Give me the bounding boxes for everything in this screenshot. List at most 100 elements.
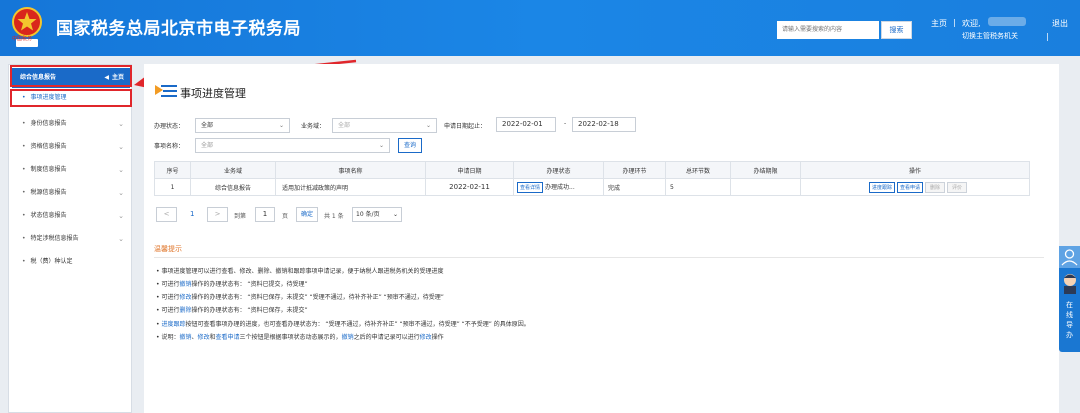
next-page-button[interactable]: >: [207, 207, 228, 222]
chevron-down-icon: ⌄: [118, 143, 124, 151]
page-size-value: 10 条/页: [356, 211, 380, 218]
bullet-icon: •: [22, 189, 26, 196]
page-unit: 页: [282, 213, 289, 220]
chevron-down-icon: ⌄: [118, 235, 124, 243]
tip-link[interactable]: 修改: [179, 294, 191, 301]
tip-line: • 可进行删除操作的办理状态有： “资料已保存，未提交”: [156, 305, 308, 314]
status-select[interactable]: 全部 ⌄: [195, 118, 290, 133]
bullet-icon: •: [22, 143, 26, 150]
date-separator: -: [564, 120, 567, 127]
site-title: 国家税务总局北京市电子税务局: [56, 19, 301, 39]
chevron-down-icon: ⌄: [378, 142, 384, 149]
item-select[interactable]: 全部 ⌄: [195, 138, 390, 153]
col-header-total: 总环节数: [665, 161, 731, 179]
sidebar-item-label: 税（费）种认定: [30, 258, 73, 265]
tip-link[interactable]: 撤销: [179, 281, 191, 288]
sidebar-item-system[interactable]: • 制度信息报告 ⌄: [12, 161, 130, 179]
chevron-down-icon: ⌄: [392, 211, 398, 218]
switch-tax-office-link[interactable]: 切换主管税务机关: [962, 31, 1018, 41]
page-size-select[interactable]: 10 条/页 ⌄: [352, 207, 402, 222]
cell-stage: 完成: [603, 178, 666, 196]
main-panel: 事项进度管理 办理状态： 全部 ⌄ 业务域： 全部 ⌄ 申请日期起止： 2022-0…: [144, 64, 1059, 413]
cell-index: 1: [154, 178, 191, 196]
bullet-icon: •: [22, 258, 26, 265]
tip-line: • 进度跟踪按钮可查看事项办理的进度，也可查看办理状态为： “受理不通过，待补齐…: [156, 319, 530, 328]
search-input[interactable]: [777, 21, 879, 39]
search-button[interactable]: 搜索: [881, 21, 912, 39]
query-button[interactable]: 查询: [398, 138, 422, 153]
annotation-box-active-item: [10, 89, 132, 107]
bullet-icon: •: [22, 166, 26, 173]
chevron-down-icon: ⌄: [118, 166, 124, 174]
col-header-date: 申请日期: [425, 161, 514, 179]
col-header-domain: 业务域: [190, 161, 276, 179]
sidebar-item-qualification[interactable]: • 资格信息报告 ⌄: [12, 138, 130, 156]
bullet-icon: •: [22, 120, 26, 127]
tip-text: 操作: [431, 334, 444, 341]
bullet-icon: •: [22, 235, 26, 242]
table-row: 1 综合信息报告 适用加计抵减政策的声明 2022-02-11 查看详情 办理成功…: [154, 178, 1030, 196]
user-icon[interactable]: [1059, 246, 1080, 268]
logout-link[interactable]: 退出: [1052, 18, 1068, 29]
tip-link[interactable]: 删除: [179, 307, 191, 314]
prev-page-button[interactable]: <: [156, 207, 177, 222]
col-header-actions: 操作: [800, 161, 1030, 179]
tip-text: 操作的办理状态有： “资料已提交，待受理”: [191, 281, 308, 288]
track-progress-button[interactable]: 进度跟踪: [868, 181, 895, 193]
view-detail-button[interactable]: 查看详情: [517, 181, 544, 193]
cell-actions: 进度跟踪 查看申请 删除 评价: [800, 178, 1030, 196]
top-header: 中国税务 国家税务总局北京市电子税务局 搜索 主页 | 欢迎, 切换主管税务机关…: [0, 0, 1080, 56]
date-from-input[interactable]: 2022-02-01: [496, 117, 556, 132]
table-header-row: 序号 业务域 事项名称 申请日期 办理状态 办理环节 总环节数 办结期限 操作: [154, 161, 1030, 179]
tip-link[interactable]: 修改: [420, 334, 432, 341]
goto-confirm-button[interactable]: 确定: [296, 207, 318, 222]
tips-divider: [154, 257, 1044, 258]
tip-text: 之后的申请记录可以进行: [353, 334, 420, 341]
col-header-index: 序号: [154, 161, 191, 179]
sidebar-item-tax-type[interactable]: • 税（费）种认定: [12, 253, 130, 271]
tip-text: 可进行: [161, 281, 180, 288]
sidebar-item-label: 制度信息报告: [30, 166, 67, 173]
chevron-down-icon: ⌄: [425, 122, 431, 129]
tip-link[interactable]: 撤销: [342, 334, 354, 341]
chevron-down-icon: ⌄: [118, 120, 124, 128]
online-guide-label[interactable]: 在线导办: [1066, 300, 1074, 340]
tip-line: • 可进行撤销操作的办理状态有： “资料已提交，待受理”: [156, 279, 308, 288]
col-header-status: 办理状态: [513, 161, 604, 179]
home-link[interactable]: 主页: [931, 18, 947, 29]
item-select-value: 全部: [201, 142, 214, 149]
tip-link[interactable]: 查看申请: [216, 334, 240, 341]
tip-link[interactable]: 进度跟踪: [161, 321, 185, 328]
sidebar-item-label: 税源信息报告: [30, 189, 67, 196]
sidebar-item-tax-source[interactable]: • 税源信息报告 ⌄: [12, 184, 130, 202]
delete-button[interactable]: 删除: [924, 181, 945, 193]
chevron-down-icon: ⌄: [278, 122, 284, 129]
status-filter-label: 办理状态：: [154, 123, 185, 130]
tips-title: 温馨提示: [154, 245, 182, 253]
status-select-value: 全部: [201, 122, 214, 129]
page-title: 事项进度管理: [180, 87, 246, 100]
cell-total: 5: [665, 178, 731, 196]
tip-line: • 说明：撤销、修改和查看申请三个按钮是根据事项状态动态展示的，撤销之后的申请记…: [156, 332, 444, 341]
tip-text: 说明：: [161, 334, 180, 341]
sidebar-item-identity[interactable]: • 身份信息报告 ⌄: [12, 115, 130, 133]
tip-link[interactable]: 撤销: [179, 334, 191, 341]
tip-link[interactable]: 修改: [198, 334, 210, 341]
annotation-box-sidebar-header: [10, 65, 132, 87]
current-page[interactable]: 1: [190, 210, 194, 218]
sidebar-item-status[interactable]: • 状态信息报告 ⌄: [12, 207, 130, 225]
date-to-input[interactable]: 2022-02-18: [572, 117, 636, 132]
header-separator: |: [953, 18, 956, 27]
col-header-name: 事项名称: [275, 161, 426, 179]
goto-page-input[interactable]: 1: [255, 207, 275, 222]
cell-deadline: [730, 178, 801, 196]
bullet-icon: •: [22, 212, 26, 219]
username-blurred: [988, 17, 1026, 26]
list-icon: [155, 85, 177, 97]
business-select[interactable]: 全部 ⌄: [332, 118, 437, 133]
view-application-button[interactable]: 查看申请: [896, 181, 923, 193]
rate-button[interactable]: 评价: [946, 181, 967, 193]
date-range-label: 申请日期起止：: [444, 123, 487, 130]
tip-text: 按钮可查看事项办理的进度，也可查看办理状态为： “受理不通过，待补齐补正” “预…: [185, 321, 530, 328]
sidebar-item-specific-tax[interactable]: • 特定涉税信息报告 ⌄: [12, 230, 130, 248]
